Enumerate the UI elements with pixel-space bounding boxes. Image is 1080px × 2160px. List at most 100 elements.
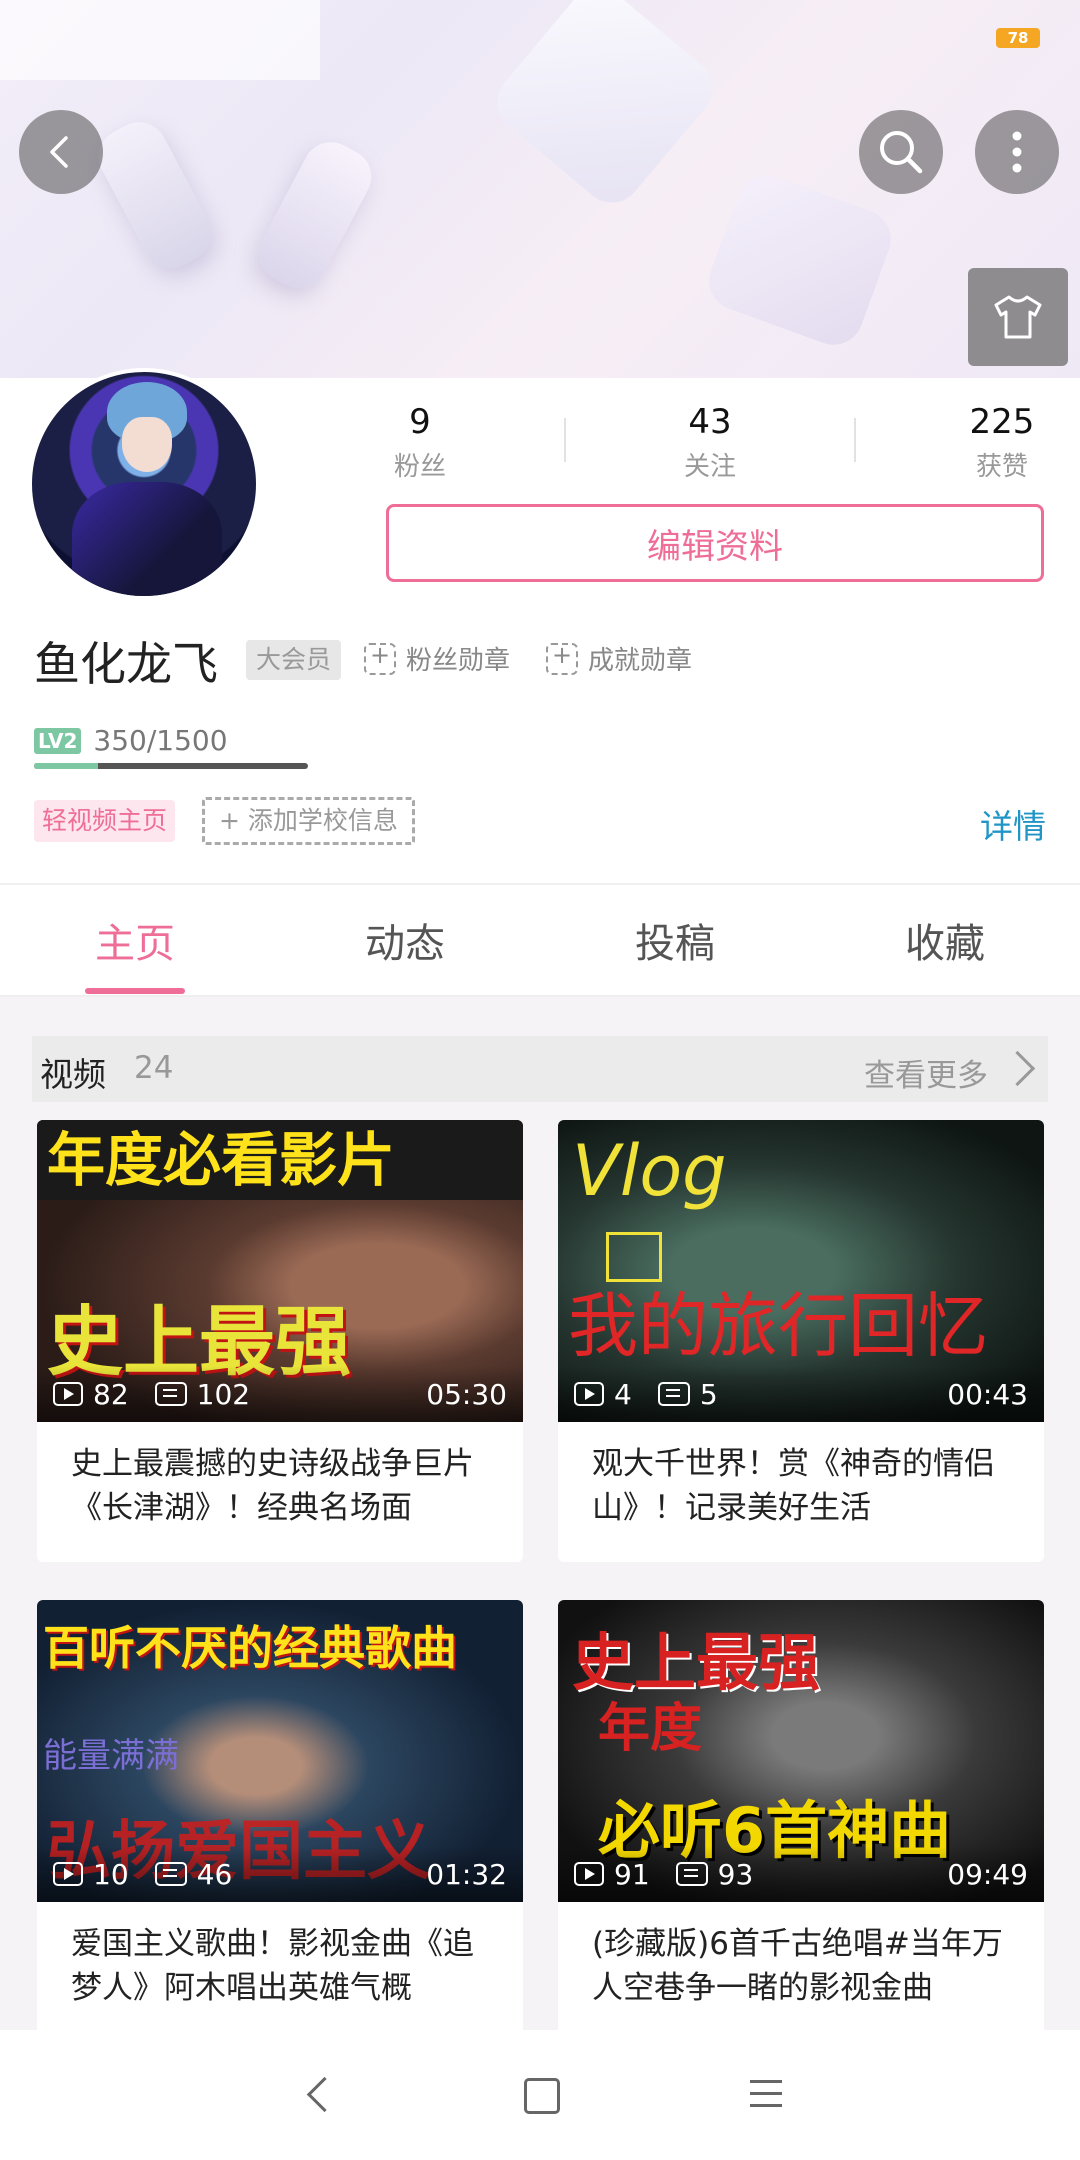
likes-count: 225 <box>969 402 1035 442</box>
nav-recents-icon[interactable] <box>750 2080 782 2116</box>
menu-line <box>750 2104 782 2107</box>
achievement-medal-button[interactable]: 成就勋章 <box>546 640 692 677</box>
danmaku-count-icon <box>154 1862 187 1886</box>
video-card[interactable]: 百听不厌的经典歌曲 能量满满 弘扬爱国主义 10 46 01:32 爱国主义歌曲… <box>37 1600 523 2042</box>
chevron-left-icon <box>50 136 68 168</box>
nav-home-icon[interactable] <box>524 2078 560 2114</box>
divider <box>854 418 856 462</box>
video-title[interactable]: 史上最震撼的史诗级战争巨片《长津湖》！经典名场面 <box>37 1422 523 1562</box>
avatar-figure <box>122 417 172 472</box>
thumbnail-caption: 我的旅行回忆 <box>568 1285 988 1367</box>
thumbnail-caption: 百听不厌的经典歌曲 <box>43 1621 457 1675</box>
more-vertical-icon <box>1012 131 1022 173</box>
username: 鱼化龙飞 <box>34 637 218 691</box>
danmaku-count-icon <box>657 1382 690 1406</box>
tab-dynamics[interactable]: 动态 <box>270 885 540 995</box>
video-card[interactable]: Vlog 我的旅行回忆 4 5 00:43 观大千世界！赏《神奇的情侣山》！记录… <box>558 1120 1044 1562</box>
tab-home[interactable]: 主页 <box>0 885 270 995</box>
exp-text: 350/1500 <box>93 724 228 757</box>
banner-decoration <box>88 112 222 278</box>
video-thumbnail[interactable]: 百听不厌的经典歌曲 能量满满 弘扬爱国主义 10 46 01:32 <box>37 1600 523 1902</box>
video-thumbnail[interactable]: 年度必看影片 史上最强 82 102 05:30 <box>37 1120 523 1422</box>
video-title[interactable]: 观大千世界！赏《神奇的情侣山》！记录美好生活 <box>558 1422 1044 1562</box>
battery-indicator: 78 <box>996 28 1040 48</box>
video-title[interactable]: (珍藏版)6首千古绝唱#当年万人空巷争一睹的影视金曲 <box>558 1902 1044 2042</box>
system-navigation-bar <box>0 2030 1080 2160</box>
edit-profile-button[interactable]: 编辑资料 <box>386 504 1044 582</box>
likes-label: 获赞 <box>975 452 1028 482</box>
play-count: 91 <box>614 1857 650 1891</box>
level-info: LV2 350/1500 <box>34 724 228 757</box>
banner-decoration <box>485 0 725 215</box>
video-count: 24 <box>134 1050 174 1086</box>
divider <box>564 418 566 462</box>
add-medal-icon <box>364 641 396 675</box>
light-video-tag[interactable]: 轻视频主页 <box>34 800 176 842</box>
followers-count: 9 <box>409 402 431 442</box>
more-options-button[interactable] <box>975 110 1059 194</box>
tshirt-icon <box>994 295 1042 339</box>
level-badge: LV2 <box>34 727 82 754</box>
section-title: 视频 <box>40 1055 106 1094</box>
tab-favorites[interactable]: 收藏 <box>810 885 1080 995</box>
fan-medal-button[interactable]: 粉丝勋章 <box>364 640 510 677</box>
video-card[interactable]: 年度必看影片 史上最强 82 102 05:30 史上最震撼的史诗级战争巨片《长… <box>37 1120 523 1562</box>
tab-submissions[interactable]: 投稿 <box>540 885 810 995</box>
comment-count: 46 <box>196 1857 233 1891</box>
play-count-icon <box>53 1382 83 1406</box>
video-thumbnail[interactable]: Vlog 我的旅行回忆 4 5 00:43 <box>558 1120 1044 1422</box>
nav-back-icon[interactable] <box>306 2076 343 2113</box>
thumbnail-caption: 年度必看影片 <box>37 1120 523 1200</box>
video-title[interactable]: 爱国主义歌曲！影视金曲《追梦人》阿木唱出英雄气概 <box>37 1902 523 2042</box>
details-link[interactable]: 详情 <box>980 800 1046 848</box>
achievement-medal-label: 成就勋章 <box>588 646 693 676</box>
exp-progress-bar <box>34 763 308 769</box>
video-stats-overlay: 4 5 00:43 <box>558 1366 1044 1422</box>
search-icon <box>880 131 923 174</box>
avatar[interactable] <box>28 368 260 600</box>
following-count: 43 <box>688 402 732 442</box>
exp-progress-fill <box>34 763 98 769</box>
banner-decoration <box>700 166 900 354</box>
vip-badge[interactable]: 大会员 <box>246 640 342 680</box>
back-button[interactable] <box>19 110 103 194</box>
play-count-icon <box>574 1862 604 1886</box>
video-thumbnail[interactable]: 史上最强 年度 必听6首神曲 91 93 09:49 <box>558 1600 1044 1902</box>
likes-stat[interactable]: 225 获赞 <box>956 402 1048 483</box>
play-count: 10 <box>93 1857 129 1891</box>
avatar-figure <box>72 482 222 596</box>
active-tab-indicator <box>85 988 185 994</box>
play-count: 4 <box>614 1377 632 1411</box>
comment-count: 93 <box>717 1857 754 1891</box>
thumbnail-caption: Vlog <box>572 1130 727 1212</box>
video-section-header: 视频 24 查看更多 <box>32 1036 1048 1102</box>
video-duration: 00:43 <box>947 1377 1028 1411</box>
thumbnail-caption: 年度 <box>598 1699 703 1759</box>
followers-stat[interactable]: 9 粉丝 <box>380 402 460 483</box>
profile-info: 9 粉丝 43 关注 225 获赞 编辑资料 鱼化龙飞 大会员 粉丝勋章 成就勋… <box>0 368 1080 883</box>
profile-tabs: 主页 动态 投稿 收藏 <box>0 883 1080 997</box>
dress-up-button[interactable] <box>968 268 1068 366</box>
fan-medal-label: 粉丝勋章 <box>406 646 511 676</box>
video-card[interactable]: 史上最强 年度 必听6首神曲 91 93 09:49 (珍藏版)6首千古绝唱#当… <box>558 1600 1044 2042</box>
banner-decoration <box>0 0 320 80</box>
see-more-link[interactable]: 查看更多 <box>864 1050 988 1095</box>
search-button[interactable] <box>859 110 943 194</box>
following-stat[interactable]: 43 关注 <box>670 402 750 483</box>
play-count-icon <box>574 1382 604 1406</box>
video-duration: 05:30 <box>426 1377 507 1411</box>
chevron-right-icon[interactable] <box>999 1050 1036 1087</box>
video-duration: 09:49 <box>947 1857 1028 1891</box>
menu-line <box>750 2080 782 2083</box>
thumbnail-caption: 能量满满 <box>43 1736 179 1776</box>
followers-label: 粉丝 <box>393 452 446 482</box>
video-duration: 01:32 <box>426 1857 507 1891</box>
profile-banner: 78 <box>0 0 1080 378</box>
add-medal-icon <box>546 641 578 675</box>
play-count: 82 <box>93 1377 129 1411</box>
comment-count: 102 <box>196 1377 251 1411</box>
danmaku-count-icon <box>675 1862 708 1886</box>
banner-decoration <box>248 132 382 298</box>
play-count-icon <box>53 1862 83 1886</box>
add-school-button[interactable]: + 添加学校信息 <box>202 797 415 845</box>
